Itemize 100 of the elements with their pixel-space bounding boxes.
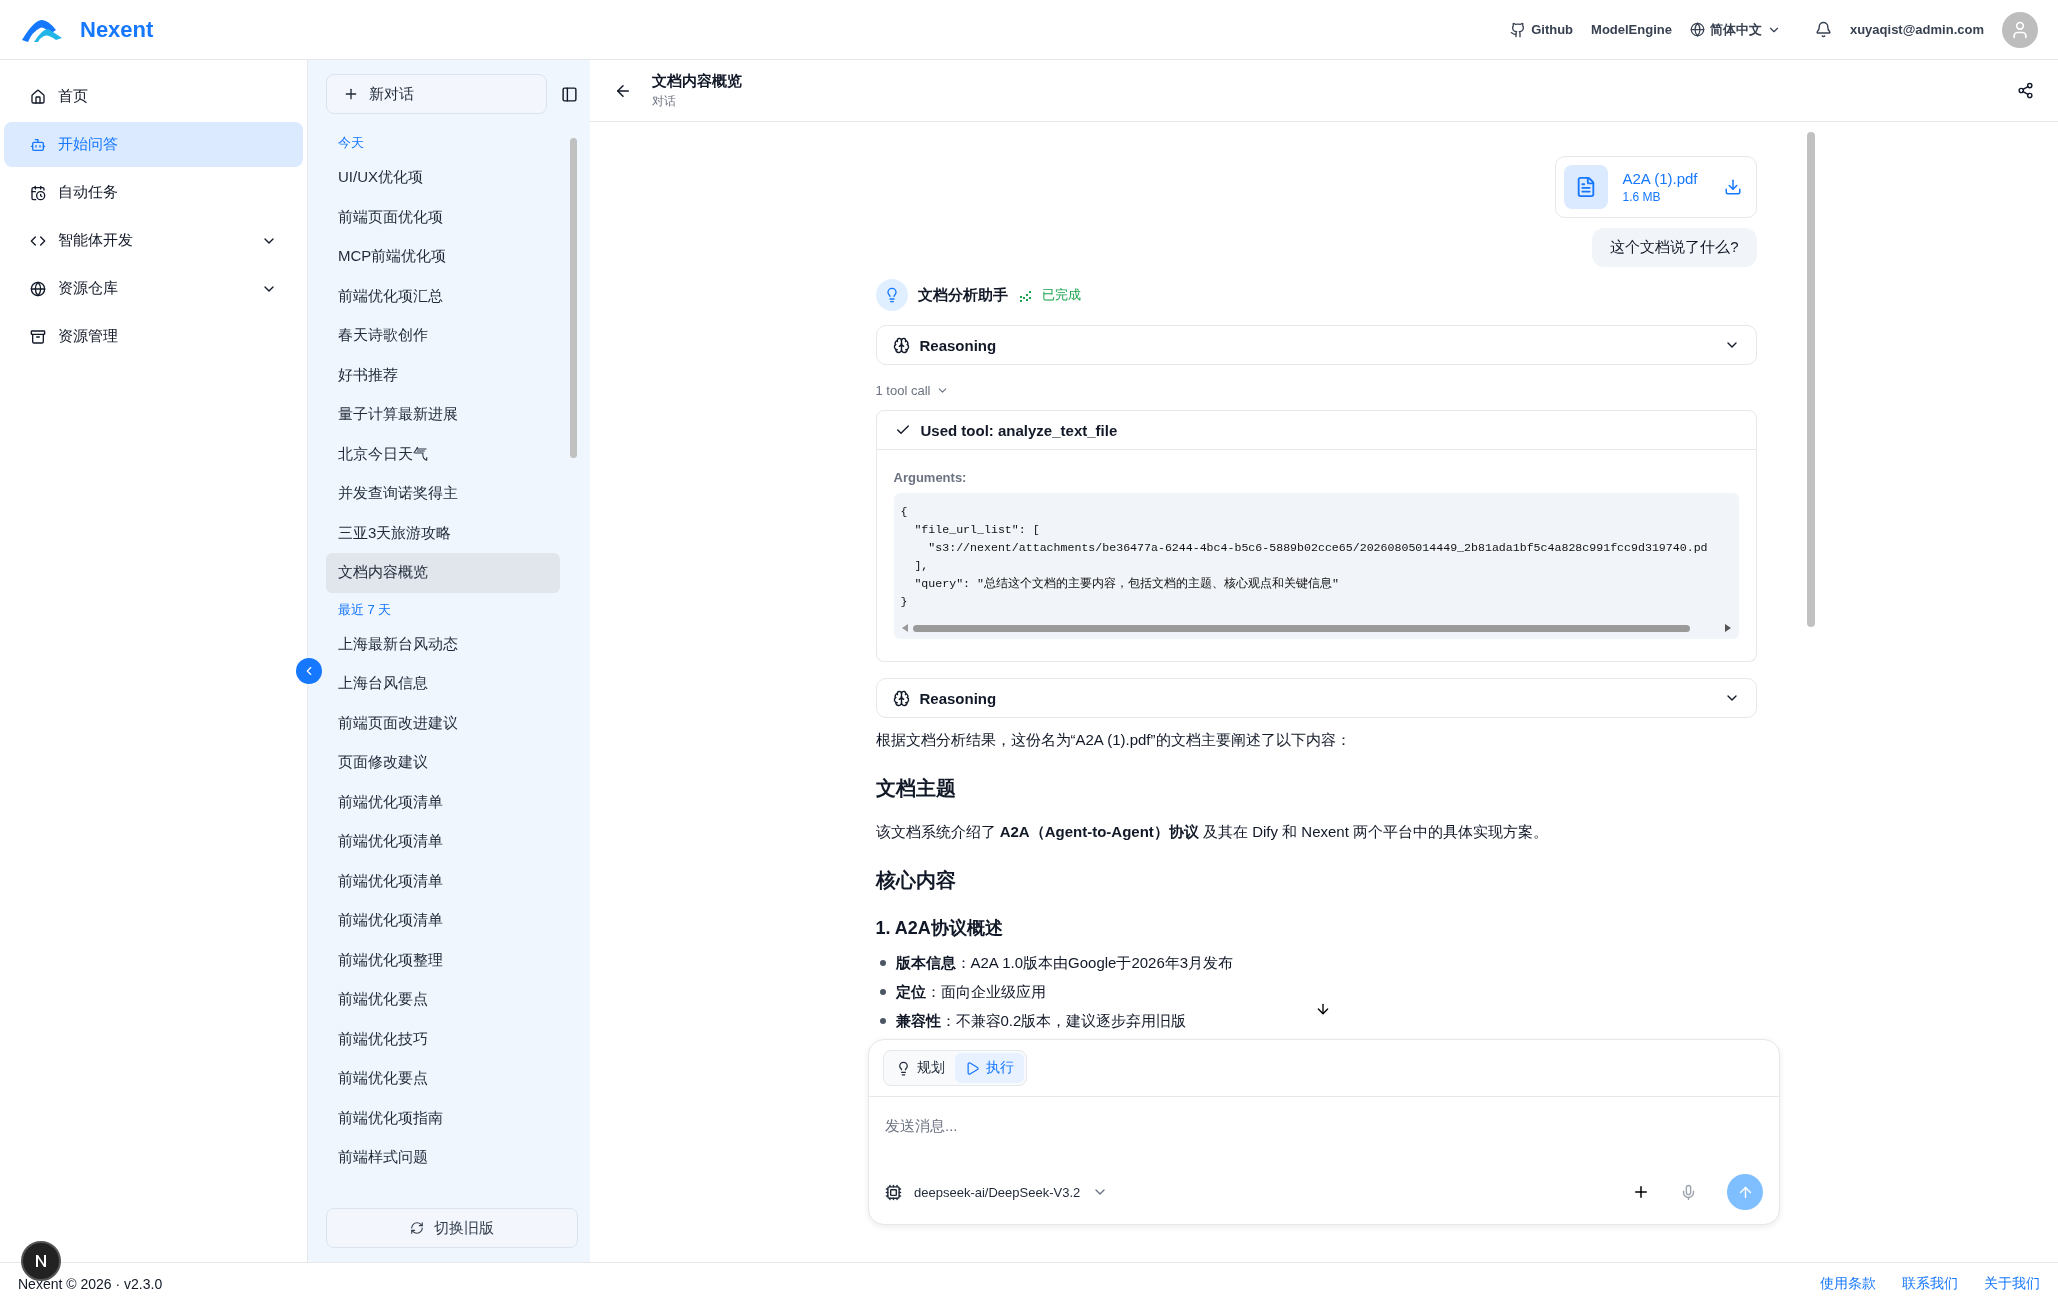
mode-tab[interactable]: 执行 <box>955 1053 1024 1083</box>
conversation-item[interactable]: 前端优化项清单 <box>326 901 560 941</box>
conversation-item[interactable]: 三亚3天旅游攻略 <box>326 513 560 553</box>
file-name: A2A (1).pdf <box>1622 170 1698 187</box>
attach-button[interactable] <box>1632 1183 1650 1201</box>
footer-link[interactable]: 使用条款 <box>1820 1275 1876 1293</box>
brain-icon <box>892 689 910 707</box>
nav-item[interactable]: 开始问答 <box>4 122 303 167</box>
scrollbar[interactable] <box>900 623 1732 633</box>
conversation-item[interactable]: 并发查询诺奖得主 <box>326 474 560 514</box>
conversation-item[interactable]: 前端优化项指南 <box>326 1098 560 1138</box>
download-icon[interactable] <box>1723 178 1742 196</box>
bullet-icon <box>879 1017 886 1024</box>
conversation-item[interactable]: 上海台风信息 <box>326 664 560 704</box>
nav-item[interactable]: 资源管理 <box>4 314 303 359</box>
conversation-item[interactable]: 春天诗歌创作 <box>326 316 560 356</box>
conversation-item[interactable]: 好书推荐 <box>326 355 560 395</box>
status-text: 已完成 <box>1041 286 1081 304</box>
calendar-icon <box>30 184 46 201</box>
conversation-item[interactable]: 北京今日天气 <box>326 434 560 474</box>
nav-item[interactable]: 首页 <box>4 74 303 119</box>
answer-heading: 文档主题 <box>875 776 957 801</box>
file-icon <box>1564 165 1609 209</box>
collapse-button[interactable] <box>296 658 322 684</box>
reasoning-panel[interactable]: Reasoning <box>875 678 1757 718</box>
github-icon <box>1510 21 1527 38</box>
code-text: { "file_url_list": [ "s3://nexent/attachments/be36477a-6244-4bc4-b5c6-5889b02cce65/20260805014449_2b81ada1bf5c4a828c991fcc9d319740.pd ], "query": "总结这个文档的主要内容，包括文档的主题、核心观点和关键信息" } <box>900 504 1709 610</box>
conversation-item[interactable]: 量子计算最新进展 <box>326 395 560 435</box>
conversation-item[interactable]: 前端优化项汇总 <box>326 276 560 316</box>
robot-icon <box>30 136 46 153</box>
file-size: 1.6 MB <box>1622 190 1662 204</box>
refresh-icon <box>410 1221 424 1235</box>
conversation-item[interactable]: 前端优化技巧 <box>326 1019 560 1059</box>
attachment-card[interactable]: A2A (1).pdf 1.6 MB <box>1555 156 1757 218</box>
user-email[interactable]: xuyaqist@admin.com <box>1849 22 1984 37</box>
answer-paragraph: 根据文档分析结果，这份名为“A2A (1).pdf”的文档主要阐述了以下内容： <box>875 730 1352 750</box>
conversation-item[interactable]: 页面修改建议 <box>326 743 560 783</box>
answer-subheading: 1. A2A协议概述 <box>875 917 1004 940</box>
language-select[interactable]: 简体中文 <box>1689 20 1781 39</box>
conversation-item[interactable]: 上海最新台风动态 <box>326 624 560 664</box>
archive-icon <box>30 328 46 345</box>
arguments-label: Arguments: <box>893 470 968 485</box>
conversation-item[interactable]: MCP前端优化项 <box>326 237 560 277</box>
scroll-left-icon[interactable] <box>900 624 909 632</box>
share-icon[interactable] <box>2017 82 2034 99</box>
conversation-item[interactable]: 前端样式问题 <box>326 1138 560 1178</box>
plus-icon <box>343 86 359 102</box>
sidebar-toggle-icon[interactable] <box>561 85 578 103</box>
tool-call-toggle[interactable]: 1 tool call <box>875 383 1757 398</box>
switch-version-button[interactable]: 切换旧版 <box>326 1208 578 1248</box>
home-icon <box>30 88 46 105</box>
tool-call-header[interactable]: Used tool: analyze_text_file <box>875 410 1757 450</box>
microphone-icon <box>1680 1183 1697 1201</box>
mode-tab[interactable]: 规划 <box>886 1053 955 1083</box>
chat-subtitle: 对话 <box>652 92 677 110</box>
user-message: 这个文档说了什么? <box>1592 228 1757 267</box>
reasoning-panel[interactable]: Reasoning <box>875 325 1757 365</box>
message-composer[interactable]: 规划 执行 发送消息... deepseek-ai/DeepSeek-V3.2 <box>868 1039 1780 1225</box>
play-icon <box>965 1060 980 1076</box>
bullet-icon <box>879 988 886 995</box>
dots-icon <box>1017 288 1032 302</box>
microphone-button[interactable] <box>1680 1183 1697 1201</box>
lightbulb-icon <box>896 1060 911 1076</box>
conversation-item[interactable]: 前端页面改进建议 <box>326 703 560 743</box>
copyright-text: Nexent © 2026 · v2.3.0 <box>18 1276 163 1292</box>
footer-link[interactable]: 联系我们 <box>1902 1275 1958 1293</box>
footer-link[interactable]: 关于我们 <box>1984 1275 2040 1293</box>
conversation-item[interactable]: 前端页面优化项 <box>326 197 560 237</box>
conversation-item[interactable]: UI/UX优化项 <box>326 158 560 198</box>
group-title: 最近 7 天 <box>337 600 393 619</box>
chip-icon <box>885 1183 902 1201</box>
bullet-text: 版本信息：A2A 1.0版本由Google于2026年3月发布 <box>895 953 1234 973</box>
nav-item[interactable]: 资源仓库 <box>4 266 303 311</box>
new-chat-button[interactable]: 新对话 <box>326 74 547 114</box>
scroll-right-icon[interactable] <box>1723 624 1732 632</box>
lightbulb-icon <box>875 279 908 311</box>
brand-name: Nexent <box>80 16 154 43</box>
plus-icon <box>1632 1183 1650 1201</box>
conversation-item[interactable]: 前端优化项清单 <box>326 822 560 862</box>
conversation-item[interactable]: 文档内容概览 <box>326 553 560 593</box>
header-link[interactable]: ModelEngine <box>1591 22 1672 37</box>
bullet-icon <box>879 959 886 966</box>
answer-heading: 核心内容 <box>875 868 957 893</box>
conversation-item[interactable]: 前端优化要点 <box>326 980 560 1020</box>
message-input[interactable]: 发送消息... <box>869 1096 1779 1174</box>
app-badge-icon[interactable] <box>21 1241 61 1281</box>
nav-item[interactable]: 自动任务 <box>4 170 303 215</box>
user-icon <box>2010 19 2030 40</box>
nav-item[interactable]: 智能体开发 <box>4 218 303 263</box>
header-link[interactable]: Github <box>1510 21 1574 38</box>
notification-icon[interactable] <box>1814 21 1832 38</box>
model-select[interactable]: deepseek-ai/DeepSeek-V3.2 <box>885 1183 1109 1201</box>
brain-icon <box>892 336 910 354</box>
conversation-item[interactable]: 前端优化项清单 <box>326 782 560 822</box>
conversation-item[interactable]: 前端优化要点 <box>326 1059 560 1099</box>
scroll-down-button[interactable] <box>1315 1001 1331 1017</box>
chat-title: 文档内容概览 <box>652 71 742 91</box>
conversation-item[interactable]: 前端优化项清单 <box>326 861 560 901</box>
globe-icon <box>30 280 46 297</box>
conversation-item[interactable]: 前端优化项整理 <box>326 940 560 980</box>
